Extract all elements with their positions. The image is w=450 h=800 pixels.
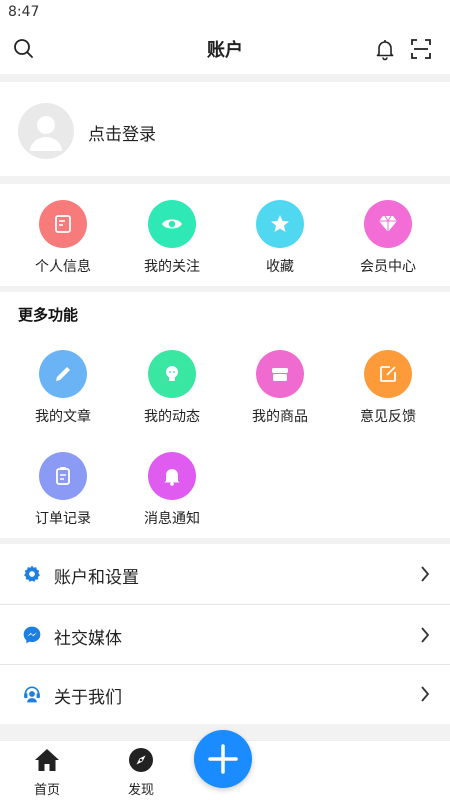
- scan-icon[interactable]: [409, 37, 433, 61]
- tab-home[interactable]: 首页: [17, 747, 77, 798]
- quick-profile[interactable]: 个人信息: [7, 200, 119, 276]
- clipboard-icon: [56, 467, 70, 485]
- chevron-right-icon: [420, 685, 430, 703]
- more-functions-section: 更多功能 我的文章 我的动态 我的商品 意见反馈 订单记录 消息通知: [0, 292, 450, 538]
- list-item-social-media[interactable]: 社交媒体: [0, 605, 450, 665]
- quick-label: 收藏: [266, 259, 294, 275]
- list-item-label: 关于我们: [54, 688, 122, 708]
- quick-circle: [39, 200, 87, 248]
- list-item-label: 社交媒体: [54, 629, 122, 649]
- avatar[interactable]: [18, 103, 74, 159]
- status-bar: 8:47: [0, 0, 450, 24]
- more-circle: [364, 350, 412, 398]
- top-app-bar: 账户: [0, 24, 450, 74]
- add-button[interactable]: [194, 730, 252, 788]
- compass-icon: [129, 748, 153, 772]
- quick-circle: [256, 200, 304, 248]
- quick-circle: [148, 200, 196, 248]
- more-label: 订单记录: [35, 511, 91, 527]
- quick-membership[interactable]: 会员中心: [332, 200, 444, 276]
- quick-circle: [364, 200, 412, 248]
- more-moments[interactable]: 我的动态: [116, 350, 228, 426]
- more-circle: [39, 350, 87, 398]
- more-label: 消息通知: [144, 511, 200, 527]
- list-item-about-us[interactable]: 关于我们: [0, 664, 450, 724]
- quick-favorites[interactable]: 收藏: [224, 200, 336, 276]
- quick-label: 会员中心: [360, 259, 416, 275]
- star-icon: [271, 215, 289, 232]
- settings-list: 账户和设置 社交媒体 关于我们: [0, 544, 450, 724]
- list-item-label: 账户和设置: [54, 568, 139, 588]
- quick-label: 个人信息: [35, 259, 91, 275]
- more-feedback[interactable]: 意见反馈: [332, 350, 444, 426]
- quick-actions: 个人信息 我的关注 收藏 会员中心: [0, 184, 450, 286]
- more-products[interactable]: 我的商品: [224, 350, 336, 426]
- login-link[interactable]: 点击登录: [88, 120, 156, 145]
- quick-label: 我的关注: [144, 259, 200, 275]
- more-circle: [256, 350, 304, 398]
- tab-label: 首页: [33, 783, 60, 798]
- more-notifications[interactable]: 消息通知: [116, 452, 228, 528]
- more-circle: [148, 350, 196, 398]
- more-orders[interactable]: 订单记录: [7, 452, 119, 528]
- login-card[interactable]: 点击登录: [0, 82, 450, 176]
- more-label: 我的文章: [35, 409, 91, 425]
- gear-icon: [22, 564, 42, 584]
- more-circle: [39, 452, 87, 500]
- more-label: 我的商品: [252, 409, 308, 425]
- chevron-right-icon: [420, 565, 430, 583]
- home-icon: [35, 749, 59, 771]
- box-icon: [272, 368, 288, 381]
- profile-edit-icon: [55, 215, 71, 233]
- tab-discover[interactable]: 发现: [111, 747, 171, 798]
- more-label: 意见反馈: [360, 409, 416, 425]
- pencil-icon: [56, 367, 70, 381]
- lightbulb-icon: [166, 366, 178, 381]
- chevron-right-icon: [420, 626, 430, 644]
- plus-icon: [208, 744, 238, 774]
- more-articles[interactable]: 我的文章: [7, 350, 119, 426]
- bell-icon[interactable]: [373, 37, 397, 61]
- list-item-account-settings[interactable]: 账户和设置: [0, 544, 450, 604]
- more-circle: [148, 452, 196, 500]
- diamond-icon: [379, 215, 397, 232]
- more-label: 我的动态: [144, 409, 200, 425]
- bell-icon: [164, 469, 180, 486]
- messenger-icon: [22, 625, 42, 645]
- status-time: 8:47: [8, 4, 40, 20]
- section-title: 更多功能: [18, 306, 79, 324]
- tab-label: 发现: [127, 783, 154, 798]
- quick-following[interactable]: 我的关注: [116, 200, 228, 276]
- eye-icon: [162, 219, 182, 229]
- feedback-edit-icon: [380, 366, 396, 382]
- support-agent-icon: [22, 684, 42, 704]
